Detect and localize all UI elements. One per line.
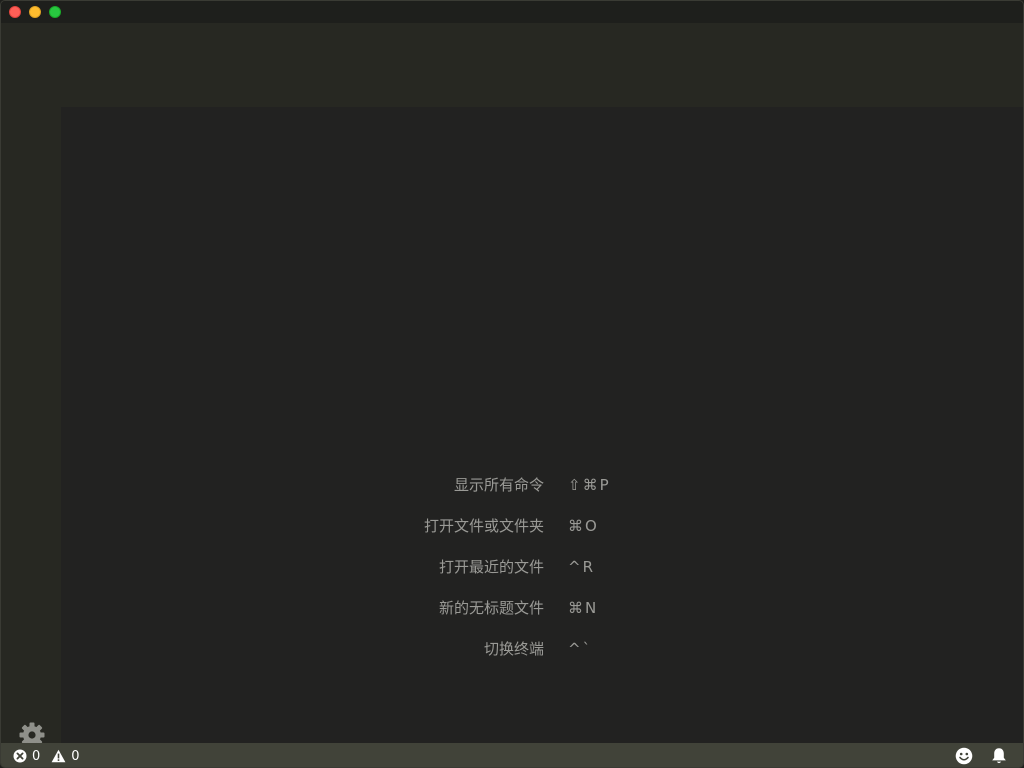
watermark-entry-show-all-commands: 显示所有命令 ⇧⌘P [381,464,781,505]
activity-bar [1,23,61,748]
watermark-entry-toggle-terminal: 切换终端 ^` [381,628,781,669]
warning-triangle-icon [51,749,66,763]
watermark-label: 显示所有命令 [453,476,544,494]
watermark-label: 打开最近的文件 [438,558,544,576]
watermark-keybinding: ⌘O [568,516,599,535]
editor-tabs-area [61,23,1023,107]
status-bar: 0 0 [1,743,1023,767]
watermark-entry-open-file-or-folder: 打开文件或文件夹 ⌘O [381,505,781,546]
watermark-label: 切换终端 [483,640,544,658]
window-maximize-button[interactable] [49,6,61,18]
problems-indicator[interactable]: 0 0 [13,743,86,767]
watermark-label: 新的无标题文件 [438,599,544,617]
watermark-keybinding: ⌘N [568,598,599,617]
warning-count: 0 [71,748,80,764]
watermark-entry-new-untitled-file: 新的无标题文件 ⌘N [381,587,781,628]
editor-watermark: 显示所有命令 ⇧⌘P 打开文件或文件夹 ⌘O 打开最近的文件 ^R 新的无标题文… [381,464,781,669]
feedback-button[interactable] [953,743,975,767]
bell-icon [992,748,1006,764]
watermark-label: 打开文件或文件夹 [423,517,544,535]
app-window: 显示所有命令 ⇧⌘P 打开文件或文件夹 ⌘O 打开最近的文件 ^R 新的无标题文… [0,0,1024,768]
error-circle-icon [13,749,27,763]
error-count: 0 [32,748,41,764]
smiley-icon [955,747,973,765]
watermark-keybinding: ⇧⌘P [568,475,611,494]
window-minimize-button[interactable] [29,6,41,18]
watermark-keybinding: ^` [568,639,593,658]
window-close-button[interactable] [9,6,21,18]
title-bar [1,1,1023,23]
watermark-keybinding: ^R [568,557,595,576]
notifications-button[interactable] [988,743,1010,767]
watermark-entry-open-recent: 打开最近的文件 ^R [381,546,781,587]
